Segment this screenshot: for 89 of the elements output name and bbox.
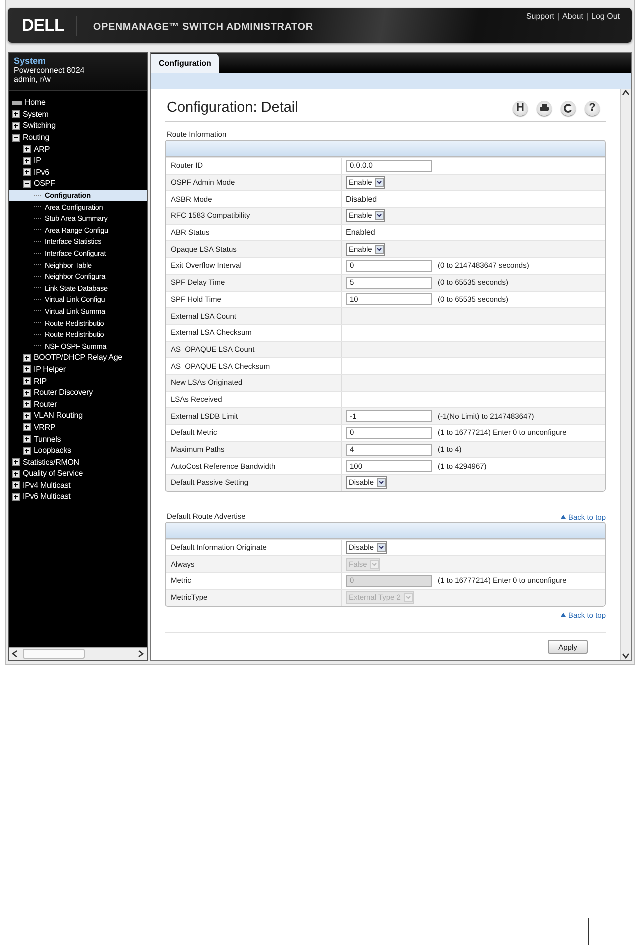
caret-icon <box>375 211 384 220</box>
value-text: Disabled <box>346 194 378 204</box>
expand-icon[interactable] <box>23 156 31 165</box>
expand-icon[interactable] <box>23 412 31 420</box>
tree-line-icon <box>34 229 42 232</box>
tree-line-icon <box>34 298 42 301</box>
expand-icon[interactable] <box>12 492 20 501</box>
save-icon[interactable]: H <box>513 100 528 116</box>
tree-line-icon <box>34 206 42 208</box>
expand-icon[interactable] <box>23 446 31 455</box>
caret-icon <box>375 244 384 254</box>
caret-icon <box>404 593 413 602</box>
caret-icon <box>375 178 384 188</box>
tree-line-icon <box>34 252 42 255</box>
tree-item[interactable]: Routing <box>23 133 50 142</box>
triangle-up-icon <box>561 515 566 520</box>
tree-line-icon <box>34 218 42 220</box>
tree-line-icon <box>34 194 42 197</box>
tree-item[interactable]: Router <box>34 400 58 409</box>
expand-icon[interactable] <box>23 423 31 432</box>
tree-line-icon <box>34 334 42 336</box>
tree-item[interactable]: IPv6 Multicast <box>23 492 71 502</box>
tree-item[interactable]: Statistics/RMON <box>23 458 80 467</box>
tree-item[interactable]: ARP <box>34 144 50 154</box>
caret-icon <box>377 543 386 552</box>
collapse-icon[interactable] <box>12 134 20 142</box>
tree-item[interactable]: System <box>23 110 49 119</box>
header-link[interactable]: About <box>562 12 584 21</box>
tree-item[interactable]: IPv4 Multicast <box>23 480 71 490</box>
tree-line-icon <box>34 276 42 278</box>
expand-icon[interactable] <box>23 388 31 397</box>
expand-icon[interactable] <box>12 458 20 466</box>
app-title: OPENMANAGE™ SWITCH ADMINISTRATOR <box>93 22 314 33</box>
tree-item[interactable]: IP Helper <box>34 364 66 374</box>
print-icon[interactable] <box>537 100 552 116</box>
system-title: System <box>14 56 48 66</box>
tree-item[interactable]: Router Discovery <box>34 388 93 398</box>
page-title: Configuration: Detail <box>167 100 298 116</box>
refresh-icon[interactable] <box>561 100 576 116</box>
expand-icon[interactable] <box>12 470 20 478</box>
scroll-left-icon[interactable] <box>11 650 19 658</box>
user-role: admin, r/w <box>14 75 52 84</box>
vertical-scrollbar[interactable] <box>620 89 631 660</box>
tree-line-icon <box>34 345 42 348</box>
expand-icon[interactable] <box>23 354 31 362</box>
value-text: Enabled <box>346 228 376 238</box>
tree-line-icon <box>34 240 42 243</box>
expand-icon[interactable] <box>23 168 31 176</box>
caret-icon <box>370 560 380 569</box>
logo: DELL <box>22 16 78 36</box>
scroll-down-icon[interactable] <box>622 652 630 660</box>
tree-item[interactable]: RIP <box>34 376 47 386</box>
tree-item[interactable]: Home <box>25 98 46 108</box>
tree-line-icon <box>34 310 42 312</box>
tree-line-icon <box>34 264 42 266</box>
tree-item[interactable]: Switching <box>23 121 56 130</box>
expand-icon[interactable] <box>12 481 20 490</box>
expand-icon[interactable] <box>12 110 20 118</box>
scroll-up-icon[interactable] <box>622 89 630 97</box>
tree-item[interactable]: IP <box>34 156 42 166</box>
scroll-right-icon[interactable] <box>137 650 145 658</box>
link-separator: | <box>557 12 560 21</box>
header-link[interactable]: Support <box>526 12 554 21</box>
tree-item[interactable]: Loopbacks <box>34 446 72 456</box>
tree-item[interactable]: Tunnels <box>34 434 62 444</box>
expand-icon[interactable] <box>12 122 20 130</box>
link-separator: | <box>586 12 589 21</box>
help-icon[interactable]: ? <box>585 100 600 116</box>
triangle-up-icon <box>561 613 566 617</box>
tree-item[interactable]: IPv6 <box>34 168 50 177</box>
caret-icon <box>377 478 386 488</box>
expand-icon[interactable] <box>23 145 31 154</box>
device-name: Powerconnect 8024 <box>14 66 86 75</box>
header-link[interactable]: Log Out <box>592 12 620 21</box>
tree-item[interactable]: BOOTP/DHCP Relay Age <box>34 353 122 362</box>
home-icon <box>12 100 22 105</box>
expand-icon[interactable] <box>23 365 31 374</box>
horizontal-scrollbar[interactable] <box>9 647 147 660</box>
tree-item[interactable]: OSPF <box>34 179 56 188</box>
tree-item[interactable]: VLAN Routing <box>34 411 83 420</box>
tree-item[interactable]: Quality of Service <box>23 469 83 478</box>
expand-icon[interactable] <box>23 435 31 444</box>
tree-line-icon <box>34 287 42 290</box>
tree-line-icon <box>34 322 42 324</box>
collapse-icon[interactable] <box>23 180 31 188</box>
tab[interactable]: Configuration <box>151 54 220 73</box>
expand-icon[interactable] <box>23 400 31 408</box>
tree-item[interactable]: VRRP <box>34 422 56 432</box>
expand-icon[interactable] <box>23 377 31 386</box>
